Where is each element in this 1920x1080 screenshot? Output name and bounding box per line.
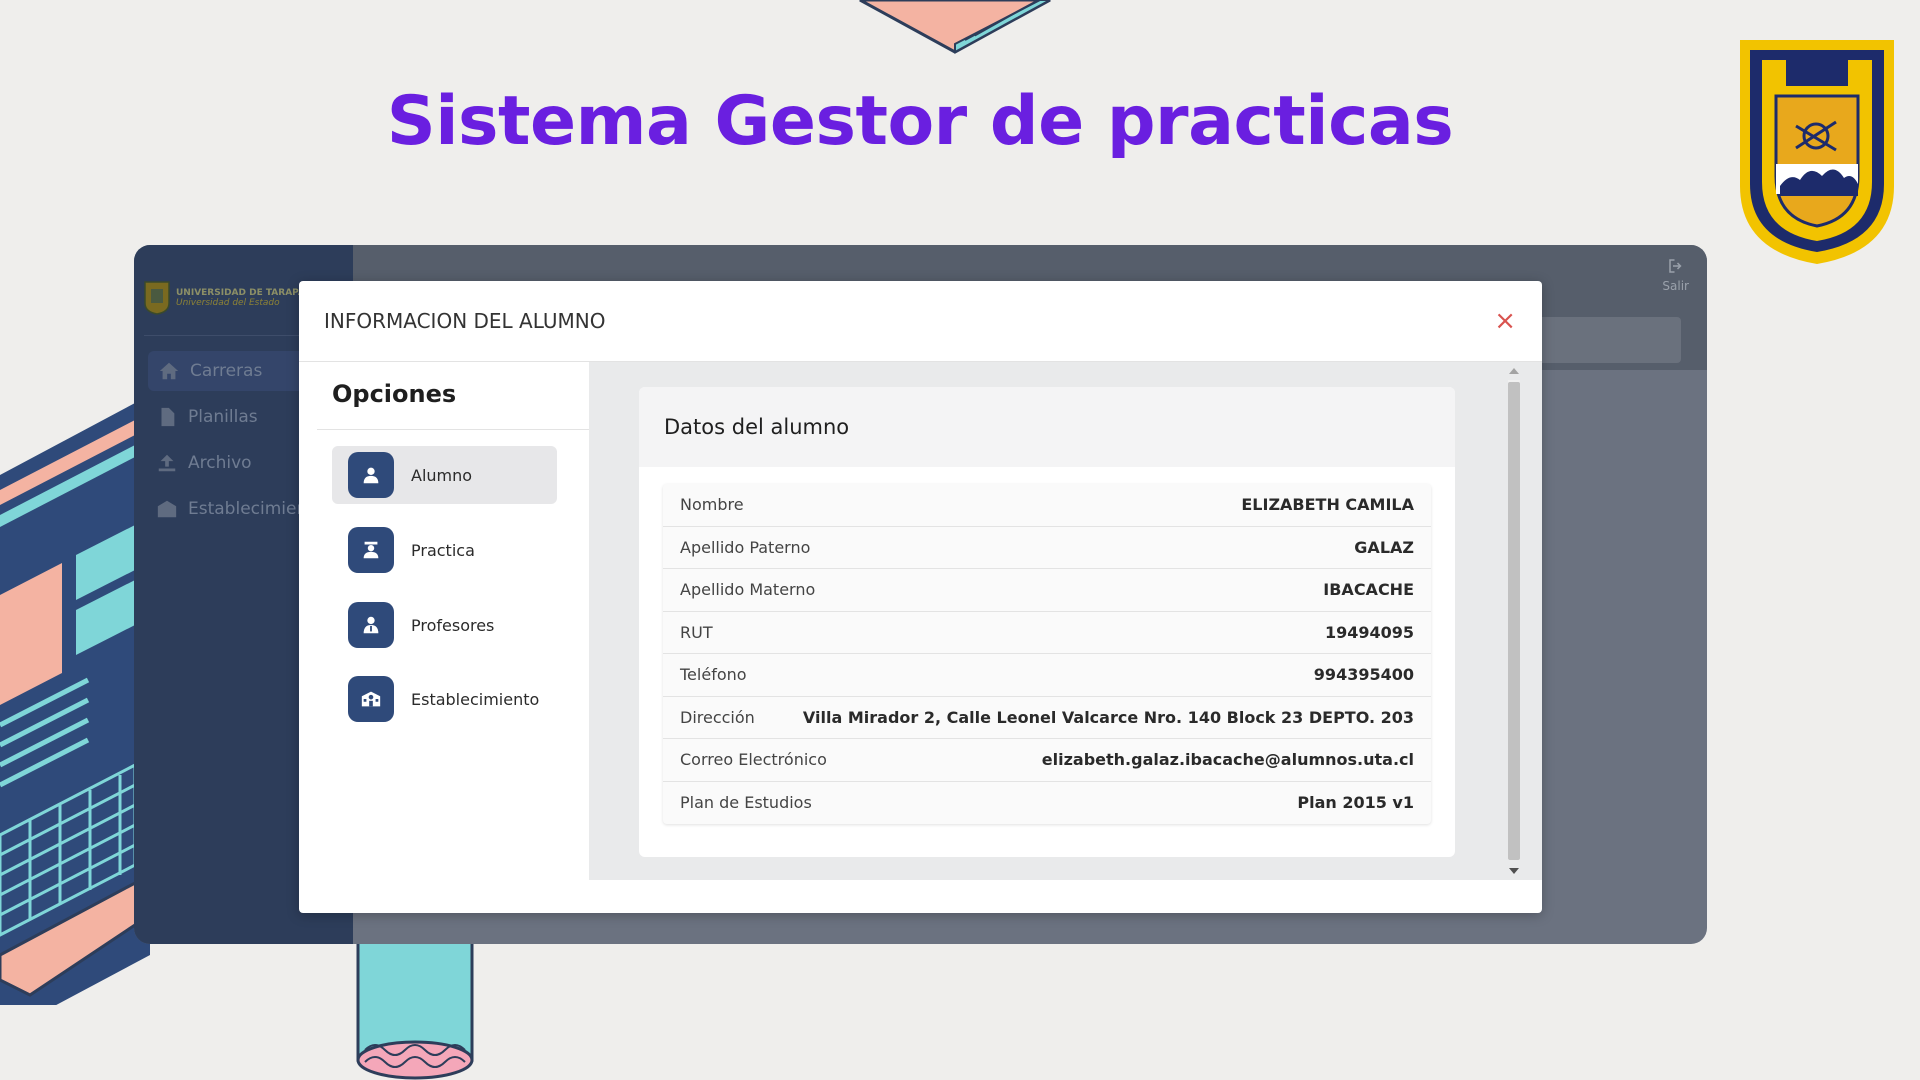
- field-value: IBACACHE: [1323, 580, 1414, 600]
- logo-line2: Universidad del Estado: [176, 298, 280, 308]
- student-fields-table: Nombre ELIZABETH CAMILA Apellido Paterno GA…: [663, 484, 1431, 824]
- field-label: Plan de Estudios: [680, 793, 812, 813]
- close-icon[interactable]: ×: [1494, 308, 1516, 334]
- sidebar-item-label: Carreras: [190, 361, 263, 381]
- building-icon: [157, 500, 177, 518]
- app-logo: UNIVERSIDAD DE TARAPACÁ Universidad del …: [144, 281, 318, 315]
- field-label: Dirección: [680, 707, 755, 727]
- options-panel: Opciones Alumno Practica Profesores Esta…: [317, 362, 589, 880]
- logo-line1: UNIVERSIDAD DE TARAPACÁ: [176, 288, 319, 298]
- field-value: Villa Mirador 2, Calle Leonel Valcarce N…: [802, 707, 1414, 727]
- teacher-icon: [348, 602, 394, 648]
- mini-crest-icon: [144, 281, 170, 315]
- modal-title: INFORMACION DEL ALUMNO: [324, 309, 606, 333]
- field-label: Teléfono: [680, 665, 747, 685]
- page-headline: Sistema Gestor de practicas: [386, 82, 1454, 161]
- field-row: Plan de Estudios Plan 2015 v1: [663, 782, 1431, 825]
- logout-label: Salir: [1662, 279, 1689, 293]
- option-label: Establecimiento: [411, 689, 540, 709]
- option-practica[interactable]: Practica: [332, 521, 557, 579]
- field-value: 19494095: [1324, 622, 1414, 642]
- options-title: Opciones: [332, 380, 457, 408]
- cylinder-illustration: [356, 930, 474, 1080]
- sidebar-item-label: Archivo: [188, 453, 252, 473]
- options-divider: [317, 429, 589, 430]
- field-value: GALAZ: [1354, 537, 1414, 557]
- vertical-scrollbar[interactable]: [1506, 362, 1522, 880]
- field-row: Apellido Paterno GALAZ: [663, 527, 1431, 569]
- option-label: Alumno: [411, 465, 473, 485]
- content-panel: Datos del alumno Nombre ELIZABETH CAMILA A…: [589, 362, 1542, 880]
- logout-icon: [1668, 259, 1682, 273]
- university-crest-logo: [1740, 40, 1894, 264]
- modal-body: Opciones Alumno Practica Profesores Esta…: [299, 362, 1542, 880]
- upload-icon: [158, 454, 176, 472]
- field-row: Teléfono 994395400: [663, 654, 1431, 697]
- field-row: Nombre ELIZABETH CAMILA: [663, 484, 1431, 527]
- field-label: Nombre: [680, 495, 744, 515]
- field-label: RUT: [680, 622, 713, 642]
- field-value: Plan 2015 v1: [1297, 793, 1414, 813]
- field-label: Apellido Materno: [680, 580, 816, 600]
- field-label: Apellido Paterno: [680, 537, 811, 557]
- field-row: RUT 19494095: [663, 612, 1431, 654]
- document-icon: [161, 407, 175, 427]
- home-icon: [159, 362, 179, 380]
- scroll-down-icon[interactable]: [1509, 868, 1519, 874]
- option-label: Profesores: [411, 615, 495, 635]
- field-value: elizabeth.galaz.ibacache@alumnos.uta.cl: [1041, 750, 1414, 770]
- sidebar-item-label: Planillas: [188, 407, 258, 427]
- field-label: Correo Electrónico: [680, 750, 827, 770]
- option-profesores[interactable]: Profesores: [332, 596, 557, 654]
- sidebar-item-planillas[interactable]: Planillas: [156, 397, 258, 437]
- modal-header: INFORMACION DEL ALUMNO ×: [299, 281, 1542, 362]
- logout-button[interactable]: Salir: [1662, 257, 1689, 293]
- student-data-card: Datos del alumno Nombre ELIZABETH CAMILA A…: [639, 387, 1455, 857]
- field-row: Correo Electrónico elizabeth.galaz.ibacac…: [663, 739, 1431, 782]
- field-row: Dirección Villa Mirador 2, Calle Leonel V…: [663, 697, 1431, 739]
- option-establecimiento[interactable]: Establecimiento: [332, 670, 557, 728]
- field-value: 994395400: [1313, 665, 1414, 685]
- scroll-thumb[interactable]: [1508, 382, 1520, 860]
- graduate-icon: [348, 527, 394, 573]
- field-value: ELIZABETH CAMILA: [1241, 495, 1414, 515]
- field-row: Apellido Materno IBACACHE: [663, 569, 1431, 612]
- book-illustration: [859, 0, 1051, 54]
- school-icon: [348, 676, 394, 722]
- student-info-modal: INFORMACION DEL ALUMNO × Opciones Alumno…: [299, 281, 1542, 913]
- scroll-up-icon[interactable]: [1509, 368, 1519, 374]
- card-title: Datos del alumno: [639, 387, 1455, 467]
- option-alumno[interactable]: Alumno: [332, 446, 557, 504]
- laptop-illustration: [0, 395, 150, 1005]
- sidebar-item-archivo[interactable]: Archivo: [156, 443, 252, 483]
- user-icon: [348, 452, 394, 498]
- option-label: Practica: [411, 540, 475, 560]
